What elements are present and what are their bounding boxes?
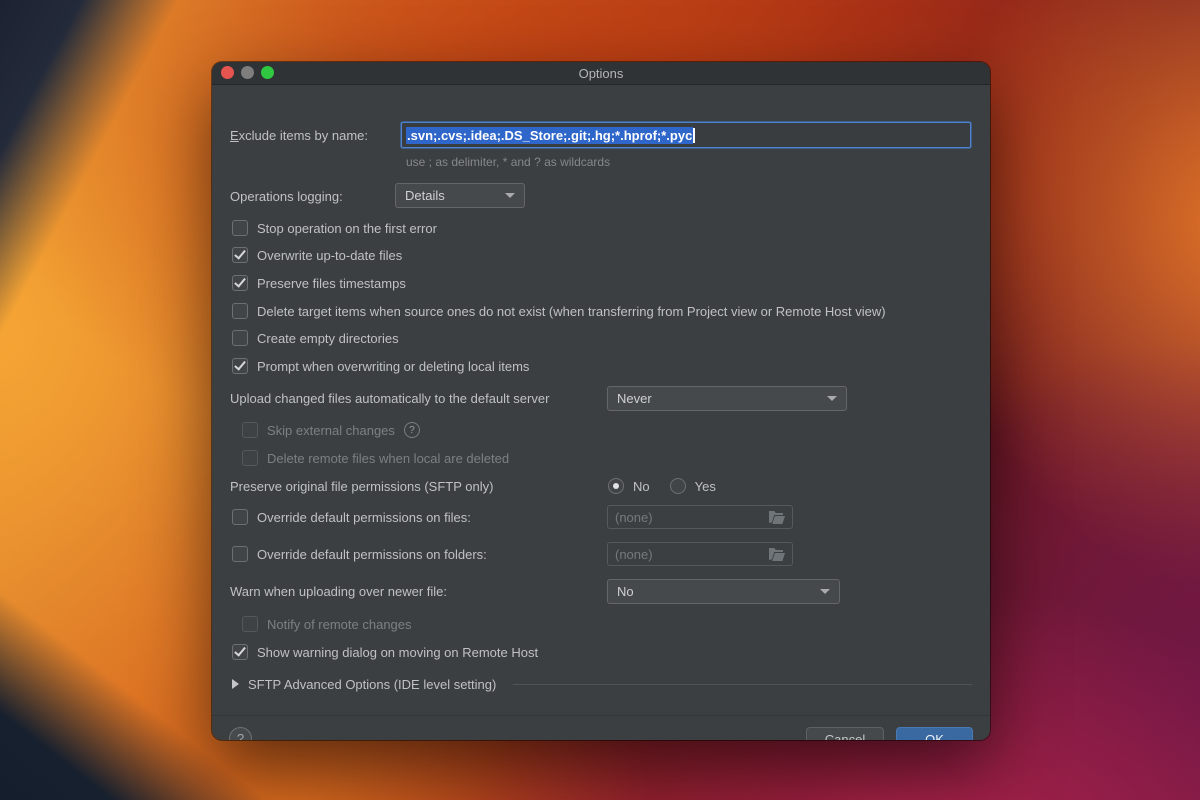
checkbox-label: Override default permissions on folders: — [257, 547, 487, 562]
exclude-input-selected-text: .svn;.cvs;.idea;.DS_Store;.git;.hg;*.hpr… — [406, 127, 693, 144]
checkbox-label: Override default permissions on files: — [257, 510, 471, 525]
text-caret — [693, 128, 695, 143]
help-icon[interactable]: ? — [404, 422, 420, 438]
operations-logging-select[interactable]: Details — [395, 183, 525, 208]
minimize-icon[interactable] — [241, 66, 254, 79]
checkbox-label: Notify of remote changes — [267, 617, 412, 632]
checkbox-row-delete-remote-files: Delete remote files when local are delet… — [242, 448, 509, 468]
checkbox-icon[interactable] — [232, 546, 248, 562]
sftp-advanced-expander[interactable]: SFTP Advanced Options (IDE level setting… — [232, 674, 972, 694]
radio-no[interactable] — [608, 478, 624, 494]
override-folders-value: (none) — [615, 547, 653, 562]
folder-icon[interactable] — [769, 511, 785, 524]
checkbox-icon[interactable] — [232, 509, 248, 525]
checkbox-row-override-files[interactable]: Override default permissions on files: — [232, 507, 471, 527]
checkbox-row-skip-external-changes: Skip external changes ? — [242, 420, 420, 440]
dialog-content: Exclude items by name: .svn;.cvs;.idea;.… — [212, 85, 990, 740]
cancel-button[interactable]: Cancel — [806, 727, 884, 740]
radio-no-label: No — [633, 479, 650, 494]
upload-label: Upload changed files automatically to th… — [230, 391, 549, 406]
close-icon[interactable] — [221, 66, 234, 79]
help-button[interactable]: ? — [229, 727, 252, 740]
exclude-label-row: Exclude items by name: — [230, 125, 368, 145]
checkbox-label: Create empty directories — [257, 331, 399, 346]
checkbox-row-preserve-timestamps[interactable]: Preserve files timestamps — [232, 273, 406, 293]
checkbox-icon[interactable] — [232, 644, 248, 660]
checkbox-icon[interactable] — [232, 220, 248, 236]
exclude-hint: use ; as delimiter, * and ? as wildcards — [406, 155, 610, 169]
checkbox-row-override-folders[interactable]: Override default permissions on folders: — [232, 544, 487, 564]
permissions-radio-group: No Yes — [608, 476, 716, 496]
checkbox-label: Delete target items when source ones do … — [257, 304, 886, 319]
checkbox-label: Preserve files timestamps — [257, 276, 406, 291]
permissions-label: Preserve original file permissions (SFTP… — [230, 479, 493, 494]
radio-yes-label: Yes — [695, 479, 716, 494]
folder-icon[interactable] — [769, 548, 785, 561]
warn-select[interactable]: No — [607, 579, 840, 604]
checkbox-icon[interactable] — [232, 275, 248, 291]
override-folders-input[interactable]: (none) — [607, 542, 793, 566]
zoom-icon[interactable] — [261, 66, 274, 79]
chevron-down-icon — [505, 193, 515, 198]
window-title: Options — [579, 66, 624, 81]
checkbox-icon[interactable] — [232, 358, 248, 374]
sftp-advanced-label: SFTP Advanced Options (IDE level setting… — [248, 677, 496, 692]
exclude-label: Exclude items by name: — [230, 128, 368, 143]
permissions-label-row: Preserve original file permissions (SFTP… — [230, 476, 493, 496]
radio-yes[interactable] — [670, 478, 686, 494]
traffic-lights — [221, 66, 274, 79]
checkbox-label: Skip external changes — [267, 423, 395, 438]
checkbox-label: Delete remote files when local are delet… — [267, 451, 509, 466]
checkbox-icon — [242, 616, 258, 632]
warn-label-row: Warn when uploading over newer file: — [230, 581, 447, 601]
checkbox-icon — [242, 422, 258, 438]
checkbox-icon[interactable] — [232, 330, 248, 346]
operations-logging-value: Details — [405, 188, 445, 203]
checkbox-icon[interactable] — [232, 247, 248, 263]
footer-separator — [212, 715, 990, 716]
ok-button[interactable]: OK — [896, 727, 973, 740]
titlebar[interactable]: Options — [212, 62, 990, 85]
options-dialog: Options Exclude items by name: .svn;.cvs… — [212, 62, 990, 740]
operations-logging-label: Operations logging: — [230, 189, 343, 204]
checkbox-row-show-warning-dialog[interactable]: Show warning dialog on moving on Remote … — [232, 642, 538, 662]
exclude-input[interactable]: .svn;.cvs;.idea;.DS_Store;.git;.hg;*.hpr… — [401, 122, 971, 148]
chevron-down-icon — [827, 396, 837, 401]
checkbox-icon[interactable] — [232, 303, 248, 319]
checkbox-row-delete-target-items[interactable]: Delete target items when source ones do … — [232, 301, 886, 321]
chevron-down-icon — [820, 589, 830, 594]
checkbox-label: Show warning dialog on moving on Remote … — [257, 645, 538, 660]
checkbox-row-stop-first-error[interactable]: Stop operation on the first error — [232, 218, 437, 238]
warn-value: No — [617, 584, 634, 599]
operations-logging-label-row: Operations logging: — [230, 186, 343, 206]
checkbox-label: Stop operation on the first error — [257, 221, 437, 236]
checkbox-row-overwrite-up-to-date[interactable]: Overwrite up-to-date files — [232, 245, 402, 265]
expand-arrow-icon[interactable] — [232, 679, 239, 689]
override-files-input[interactable]: (none) — [607, 505, 793, 529]
section-divider — [513, 684, 972, 685]
override-files-value: (none) — [615, 510, 653, 525]
checkbox-icon — [242, 450, 258, 466]
checkbox-row-notify-remote-changes: Notify of remote changes — [242, 614, 412, 634]
checkbox-row-create-empty-directories[interactable]: Create empty directories — [232, 328, 399, 348]
upload-value: Never — [617, 391, 652, 406]
warn-label: Warn when uploading over newer file: — [230, 584, 447, 599]
upload-select[interactable]: Never — [607, 386, 847, 411]
checkbox-label: Prompt when overwriting or deleting loca… — [257, 359, 529, 374]
checkbox-row-prompt-when-overwriting[interactable]: Prompt when overwriting or deleting loca… — [232, 356, 529, 376]
upload-label-row: Upload changed files automatically to th… — [230, 388, 549, 408]
checkbox-label: Overwrite up-to-date files — [257, 248, 402, 263]
